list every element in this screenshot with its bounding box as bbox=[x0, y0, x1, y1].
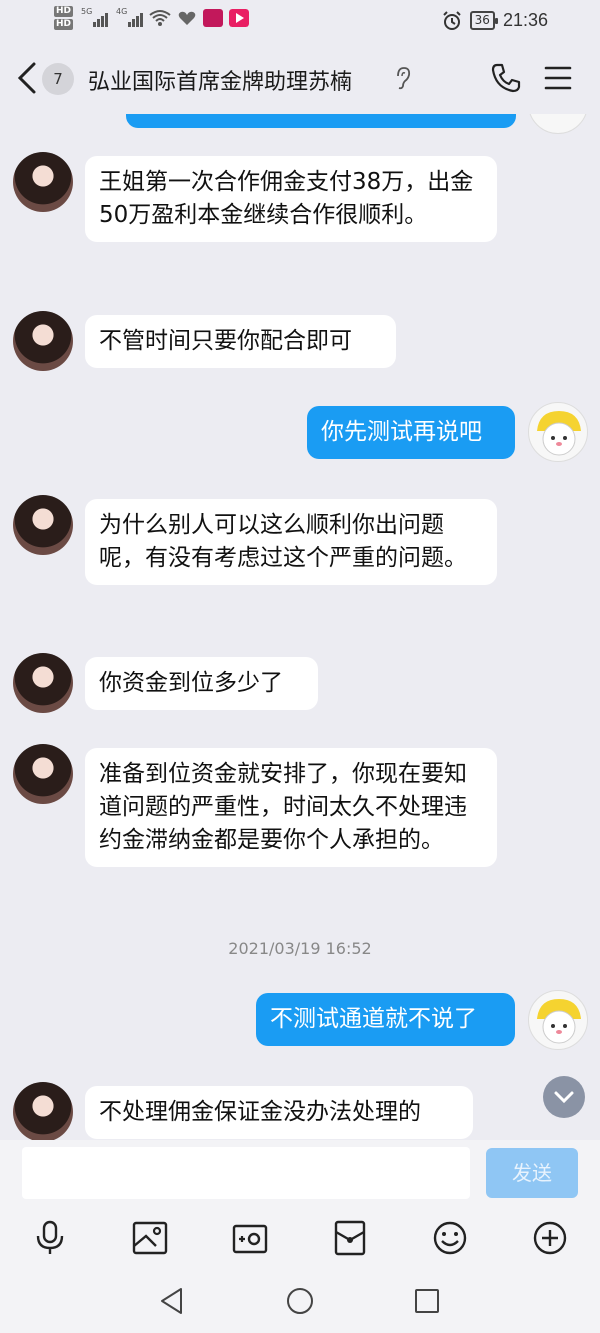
ear-icon[interactable] bbox=[394, 66, 412, 90]
battery-level: 36 bbox=[469, 11, 499, 30]
message-bubble-incoming[interactable]: 不管时间只要你配合即可 bbox=[85, 315, 396, 368]
status-bar: HD HD 5G 4G 36 21:36 bbox=[0, 0, 600, 44]
my-avatar[interactable] bbox=[528, 990, 588, 1050]
my-avatar[interactable] bbox=[528, 402, 588, 462]
net-label-2: 4G bbox=[116, 7, 128, 16]
signal-5g-icon: 5G bbox=[81, 7, 109, 27]
message-bubble-outgoing[interactable]: 你先测试再说吧 bbox=[307, 406, 515, 459]
send-button[interactable]: 发送 bbox=[486, 1148, 578, 1198]
message-bubble-incoming[interactable]: 为什么别人可以这么顺利你出问题呢，有没有考虑过这个严重的问题。 bbox=[85, 499, 497, 585]
plus-icon[interactable] bbox=[532, 1220, 568, 1256]
bear-avatar-icon bbox=[537, 411, 581, 456]
camera-icon[interactable] bbox=[232, 1220, 268, 1256]
net-label-1: 5G bbox=[81, 7, 93, 16]
message-bubble-incoming[interactable]: 准备到位资金就安排了，你现在要知道问题的严重性，时间太久不处理违约金滞纳金都是要… bbox=[85, 748, 497, 867]
wifi-icon bbox=[149, 10, 171, 26]
input-bar: 发送 bbox=[0, 1140, 600, 1206]
my-avatar-partial[interactable] bbox=[528, 114, 588, 134]
bear-avatar-icon bbox=[537, 999, 581, 1044]
contact-avatar[interactable] bbox=[13, 152, 73, 212]
unread-count-badge[interactable]: 7 bbox=[42, 63, 74, 95]
hd-badge-1: HD bbox=[54, 6, 74, 17]
hd-badge-2: HD bbox=[54, 19, 74, 30]
clock: 21:36 bbox=[502, 10, 548, 30]
system-nav-bar bbox=[0, 1270, 600, 1333]
contact-avatar[interactable] bbox=[13, 495, 73, 555]
nav-recent-icon[interactable] bbox=[412, 1286, 442, 1316]
contact-avatar[interactable] bbox=[13, 311, 73, 371]
message-input[interactable] bbox=[22, 1147, 470, 1199]
message-bubble-outgoing[interactable]: 不测试通道就不说了 bbox=[256, 993, 515, 1046]
status-left: HD HD 5G 4G bbox=[54, 6, 250, 30]
message-bubble-incoming[interactable]: 不处理佣金保证金没办法处理的 bbox=[85, 1086, 473, 1139]
nav-home-icon[interactable] bbox=[285, 1286, 315, 1316]
message-timestamp: 2021/03/19 16:52 bbox=[228, 939, 372, 958]
alarm-icon bbox=[442, 10, 461, 30]
chat-header: 7 弘业国际首席金牌助理苏楠 bbox=[0, 44, 600, 114]
red-packet-icon[interactable] bbox=[332, 1220, 368, 1256]
back-arrow-icon[interactable] bbox=[12, 60, 44, 96]
message-bubble-incoming[interactable]: 王姐第一次合作佣金支付38万，出金50万盈利本金继续合作很顺利。 bbox=[85, 156, 497, 242]
message-list[interactable]: 王姐第一次合作佣金支付38万，出金50万盈利本金继续合作很顺利。 不管时间只要你… bbox=[0, 114, 600, 1140]
hd-indicators: HD HD bbox=[54, 6, 74, 30]
scroll-to-bottom-button[interactable] bbox=[543, 1076, 585, 1118]
chevron-down-icon bbox=[554, 1091, 574, 1104]
heart-app-icon bbox=[178, 11, 196, 25]
image-icon[interactable] bbox=[132, 1220, 168, 1256]
input-toolbar bbox=[0, 1206, 600, 1270]
contact-avatar[interactable] bbox=[13, 1082, 73, 1140]
contact-avatar[interactable] bbox=[13, 653, 73, 713]
signal-4g-icon: 4G bbox=[116, 7, 144, 27]
nav-back-icon[interactable] bbox=[157, 1286, 187, 1316]
menu-icon[interactable] bbox=[544, 64, 572, 92]
message-bubble-incoming[interactable]: 你资金到位多少了 bbox=[85, 657, 318, 710]
mic-icon[interactable] bbox=[32, 1220, 68, 1256]
app-notification-icon bbox=[203, 9, 224, 27]
phone-icon[interactable] bbox=[490, 62, 522, 94]
message-bubble-outgoing-partial[interactable] bbox=[126, 114, 516, 128]
chat-title[interactable]: 弘业国际首席金牌助理苏楠 bbox=[88, 64, 352, 96]
video-app-icon bbox=[229, 9, 250, 27]
emoji-icon[interactable] bbox=[432, 1220, 468, 1256]
status-right: 36 21:36 bbox=[442, 10, 548, 31]
contact-avatar[interactable] bbox=[13, 744, 73, 804]
